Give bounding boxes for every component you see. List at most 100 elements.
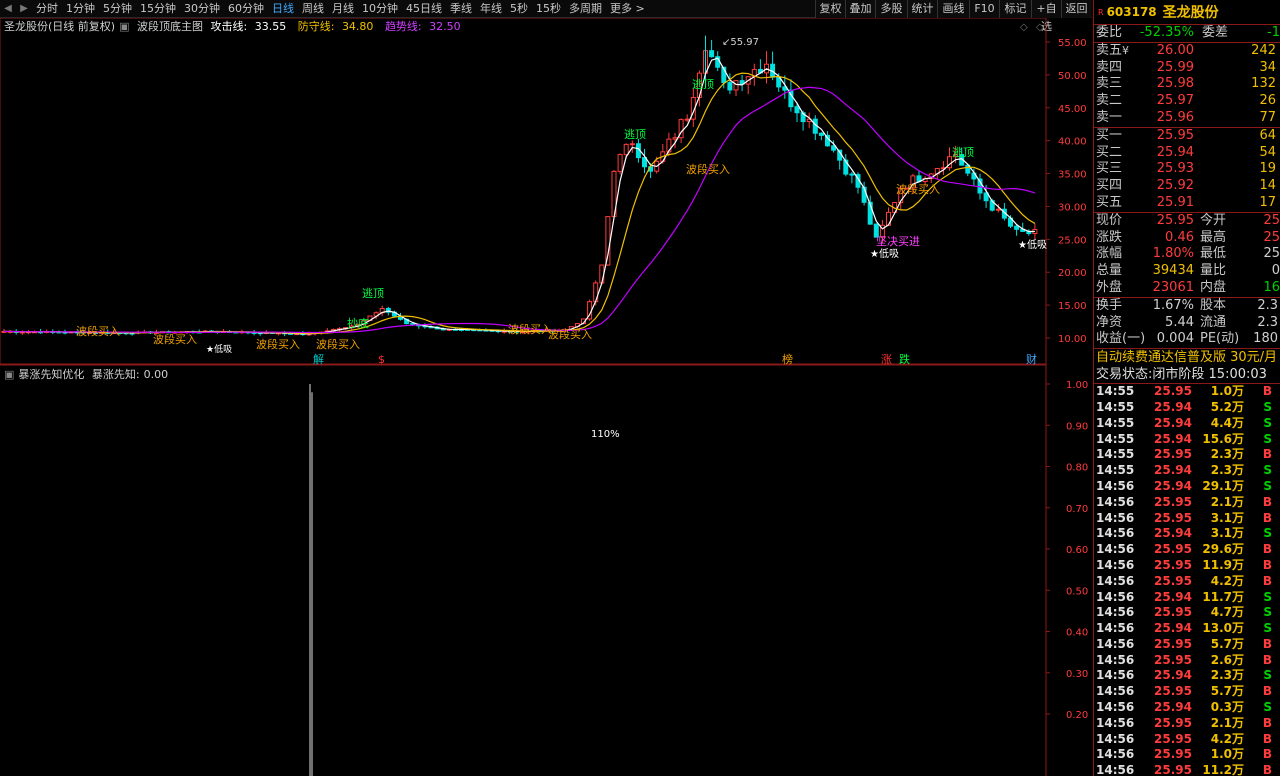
expand-icon[interactable]: ◇ (1020, 22, 1028, 33)
toolbar-button-5[interactable]: F10 (969, 0, 999, 18)
toolbar-button-8[interactable]: 返回 (1061, 0, 1091, 18)
prev-arrow-icon[interactable]: ◀ (0, 3, 16, 14)
candle-body (733, 80, 739, 91)
ask-row[interactable]: 卖一 25.96 77 (1094, 110, 1280, 127)
tick-row: 14:56 25.95 4.2万 B (1094, 732, 1280, 748)
trend-label: 趋势线: (384, 20, 422, 33)
attack-line (3, 57, 1035, 335)
toolbar-button-2[interactable]: 多股 (875, 0, 907, 18)
dropdown-icon[interactable]: ▣ (119, 20, 129, 33)
candle-body (672, 137, 678, 140)
period-tab-13[interactable]: 5秒 (506, 0, 532, 18)
peak-price-label: ↙55.97 (722, 37, 759, 48)
ask-label: 卖三 (1094, 76, 1138, 93)
tick-time: 14:56 (1096, 510, 1135, 525)
bid-row[interactable]: 买一 25.95 64 (1094, 128, 1280, 145)
stat-label: 涨幅 (1096, 246, 1123, 262)
period-tab-6[interactable]: 日线 (268, 0, 298, 18)
sub-y-tick-label: 0.40 (1066, 628, 1088, 639)
period-tab-9[interactable]: 10分钟 (358, 0, 402, 18)
sub-indicator-name[interactable]: 暴涨先知优化 (18, 368, 84, 381)
candle-body (794, 106, 800, 114)
chart-area[interactable]: 10.00 15.00 20.00 25.00 30.00 35.00 40.00 45.00… (0, 18, 1092, 776)
trend-value: 32.50 (429, 20, 461, 33)
tick-price: 25.95 (1154, 542, 1192, 557)
tick-time: 14:56 (1096, 573, 1135, 588)
ask-row[interactable]: 卖二 25.97 26 (1094, 93, 1280, 110)
bid-list: 买一 25.95 64 买二 25.94 54 买三 25.93 19 买四 25.92 14 买五 25… (1094, 128, 1280, 212)
period-tab-2[interactable]: 5分钟 (99, 0, 136, 18)
candle-body (849, 173, 855, 176)
event-marker-1: $ (378, 353, 385, 366)
tick-price: 25.95 (1154, 636, 1192, 651)
ask-row[interactable]: 卖四 25.99 34 (1094, 60, 1280, 77)
sub-dropdown-icon[interactable]: ▣ (4, 368, 14, 381)
toolbar-button-3[interactable]: 统计 (907, 0, 937, 18)
tick-side: B (1262, 573, 1272, 588)
stat2-label: 换手 (1096, 297, 1123, 313)
tick-time: 14:56 (1096, 668, 1135, 683)
candle-body (818, 132, 824, 136)
sub-item-label: 暴涨先知: (91, 368, 140, 381)
stock-code[interactable]: 603178 (1107, 5, 1157, 19)
period-tab-10[interactable]: 45日线 (402, 0, 446, 18)
toolbar-button-0[interactable]: 复权 (815, 0, 845, 18)
ask-price: 25.97 (1156, 93, 1194, 109)
tick-price: 25.95 (1154, 557, 1192, 572)
stock-name[interactable]: 圣龙股份 (1163, 2, 1219, 22)
tick-volume: 4.2万 (1210, 573, 1244, 588)
collapse-icon[interactable]: ◇ (1036, 22, 1044, 33)
stat-label: 涨跌 (1096, 229, 1123, 245)
stat-value-2: 25 (1263, 229, 1280, 245)
stat2-value-2: 2.3 (1257, 297, 1278, 313)
bid-row[interactable]: 买五 25.91 17 (1094, 195, 1280, 212)
tick-price: 25.95 (1154, 510, 1192, 525)
bid-row[interactable]: 买四 25.92 14 (1094, 178, 1280, 195)
ask-row[interactable]: 卖五¥ 26.00 242 (1094, 43, 1280, 60)
attack-label: 攻击线: (210, 20, 248, 33)
tick-side: B (1262, 684, 1272, 699)
bid-row[interactable]: 买三 25.93 19 (1094, 161, 1280, 178)
bid-row[interactable]: 买二 25.94 54 (1094, 145, 1280, 162)
period-tab-1[interactable]: 1分钟 (62, 0, 99, 18)
period-tab-12[interactable]: 年线 (476, 0, 506, 18)
stat2-value: 0.004 (1156, 331, 1194, 347)
indicator-name[interactable]: 波段顶底主图 (137, 20, 203, 33)
tick-volume: 2.6万 (1210, 652, 1244, 667)
kline-chart[interactable]: 10.00 15.00 20.00 25.00 30.00 35.00 40.00 45.00… (0, 18, 1092, 776)
period-tab-15[interactable]: 多周期 (565, 0, 606, 18)
tick-volume: 4.2万 (1210, 731, 1244, 746)
period-tab-14[interactable]: 15秒 (532, 0, 565, 18)
period-tab-8[interactable]: 月线 (328, 0, 358, 18)
ask-flag: ¥ (1122, 43, 1130, 57)
tick-time: 14:56 (1096, 715, 1135, 730)
ad-banner[interactable]: 自动续费通达信普及版 30元/月 (1094, 349, 1280, 366)
period-tab-16[interactable]: 更多 > (606, 0, 649, 18)
tick-volume: 29.1万 (1202, 478, 1244, 493)
tick-list[interactable]: 14:55 25.95 1.0万 B 14:55 25.94 5.2万 S 14:55 25.94… (1094, 384, 1280, 776)
ask-row[interactable]: 卖三 25.98 132 (1094, 76, 1280, 93)
period-tab-4[interactable]: 30分钟 (180, 0, 224, 18)
period-tab-5[interactable]: 60分钟 (224, 0, 268, 18)
tick-price: 25.94 (1154, 431, 1192, 446)
status-value: 闭市阶段 15:00:03 (1152, 367, 1267, 383)
next-arrow-icon[interactable]: ▶ (16, 3, 32, 14)
period-tab-11[interactable]: 季线 (446, 0, 476, 18)
weibi-value: -52.35% (1139, 25, 1194, 40)
bid-volume: 17 (1259, 194, 1276, 210)
tick-time: 14:56 (1096, 557, 1135, 572)
signal-buy-label: 波段买入 (76, 324, 120, 338)
period-tab-3[interactable]: 15分钟 (136, 0, 180, 18)
tick-side: B (1262, 715, 1272, 730)
tick-time: 14:55 (1096, 447, 1135, 462)
toolbar-button-1[interactable]: 叠加 (845, 0, 875, 18)
toolbar-button-7[interactable]: +自选 (1031, 0, 1061, 33)
candle-body (684, 118, 690, 121)
period-tab-7[interactable]: 周线 (298, 0, 328, 18)
stat2-label: 净资 (1096, 314, 1123, 330)
period-tab-0[interactable]: 分时 (32, 0, 62, 18)
toolbar-button-4[interactable]: 画线 (937, 0, 969, 18)
toolbar-button-6[interactable]: 标记 (999, 0, 1031, 18)
bid-volume: 19 (1259, 161, 1276, 177)
weicha-value: -1 (1267, 25, 1280, 40)
